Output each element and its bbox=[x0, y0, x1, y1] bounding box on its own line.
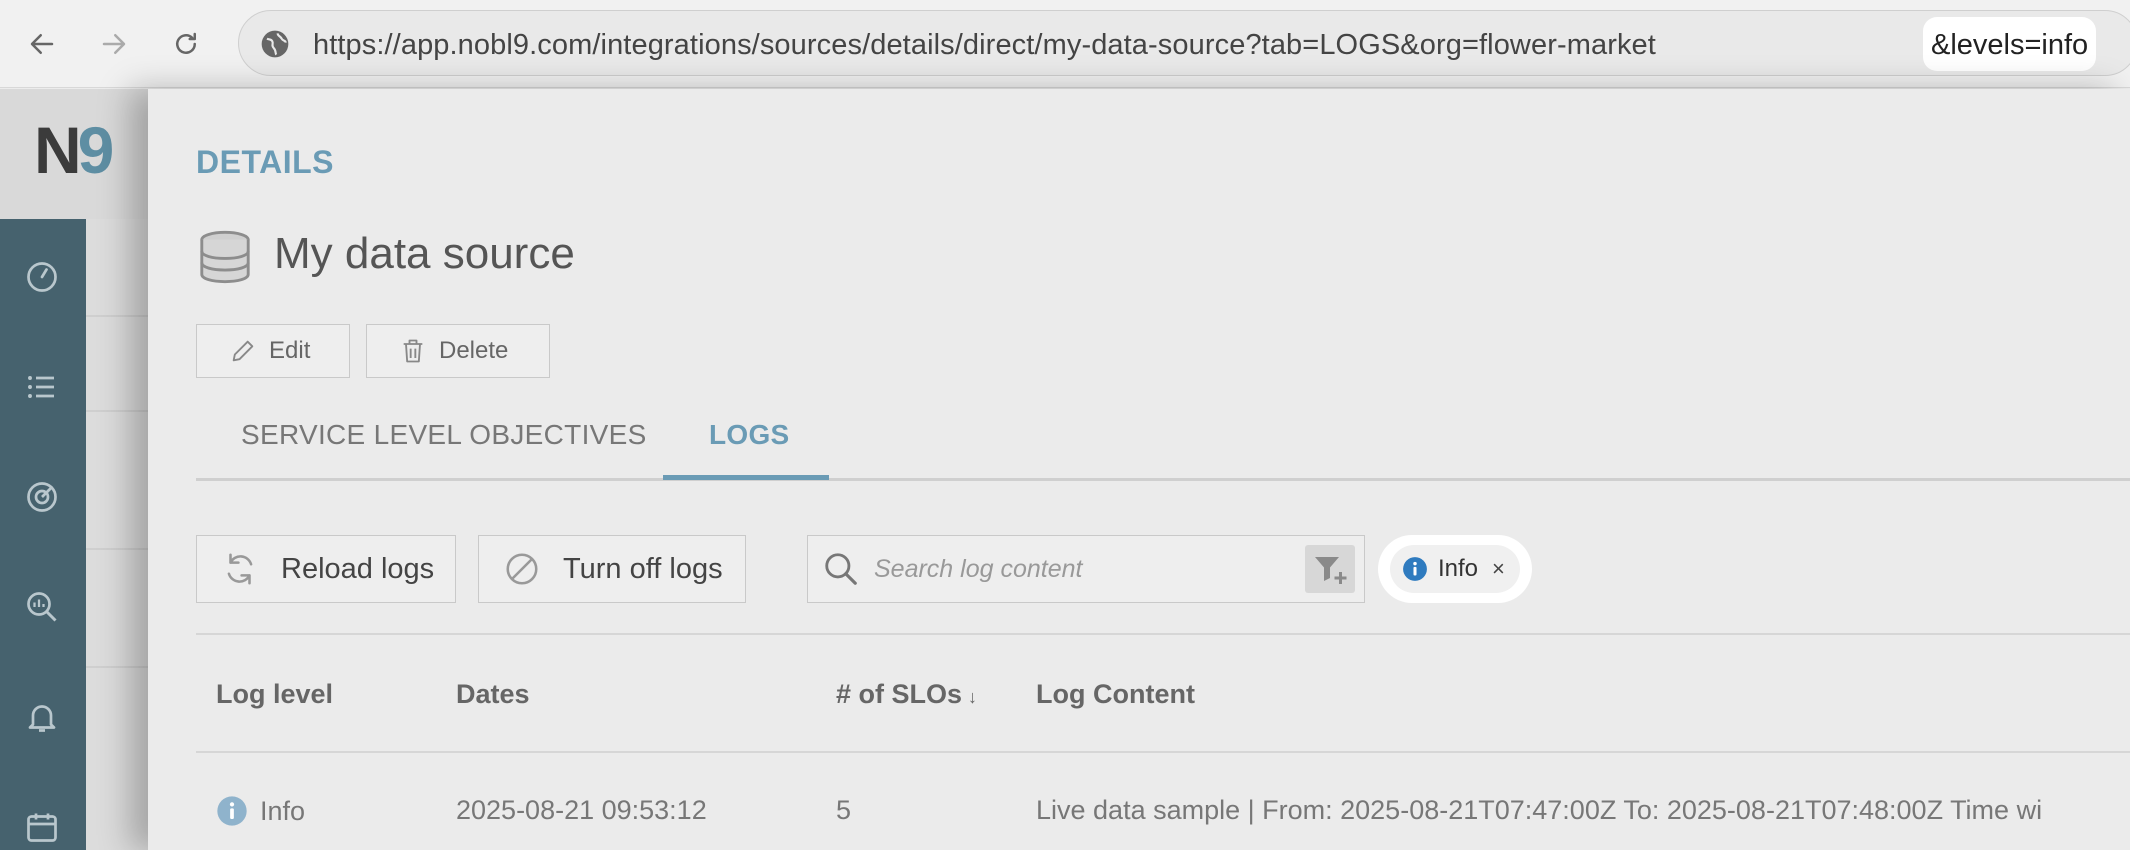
edit-button[interactable]: Edit bbox=[196, 324, 350, 378]
tab-logs[interactable]: LOGS bbox=[709, 419, 790, 451]
tab-bar-divider bbox=[196, 478, 2130, 481]
browser-toolbar: https://app.nobl9.com/integrations/sourc… bbox=[0, 0, 2130, 88]
log-search-box bbox=[807, 535, 1365, 603]
section-label: DETAILS bbox=[196, 144, 335, 180]
turn-off-logs-label: Turn off logs bbox=[563, 552, 723, 585]
pencil-icon bbox=[232, 340, 254, 362]
delete-button[interactable]: Delete bbox=[366, 324, 550, 378]
search-input[interactable] bbox=[874, 550, 1294, 588]
prohibited-icon bbox=[506, 553, 538, 585]
database-icon bbox=[200, 230, 250, 284]
edit-button-label: Edit bbox=[269, 337, 311, 364]
page-title: My data source bbox=[274, 229, 575, 278]
filter-chip-info[interactable]: Info × bbox=[1390, 545, 1520, 593]
turn-off-logs-button[interactable]: Turn off logs bbox=[478, 535, 746, 603]
log-content-cell: Live data sample | From: 2025-08-21T07:4… bbox=[1036, 795, 2043, 825]
forward-arrow-icon[interactable] bbox=[92, 22, 136, 66]
info-icon bbox=[1403, 557, 1427, 581]
background-divider bbox=[86, 548, 150, 550]
background-divider bbox=[86, 666, 150, 668]
app-logo: N9 bbox=[34, 113, 114, 187]
refresh-icon bbox=[227, 553, 253, 585]
search-icon bbox=[825, 553, 857, 585]
trash-icon bbox=[403, 339, 423, 363]
back-arrow-icon[interactable] bbox=[20, 22, 64, 66]
background-divider bbox=[86, 410, 150, 412]
column-header-dates[interactable]: Dates bbox=[456, 679, 530, 710]
background-page bbox=[86, 219, 150, 850]
details-drawer: DETAILS My data source Edit Delete SERVI… bbox=[148, 89, 2130, 850]
address-bar[interactable]: https://app.nobl9.com/integrations/sourc… bbox=[238, 10, 2130, 76]
globe-icon bbox=[261, 30, 289, 58]
url-text: https://app.nobl9.com/integrations/sourc… bbox=[313, 29, 1656, 61]
toolbar-divider bbox=[196, 633, 2130, 635]
background-divider bbox=[86, 315, 150, 317]
column-header-log-content[interactable]: Log Content bbox=[1036, 679, 1195, 710]
sort-down-icon: ↓ bbox=[968, 687, 978, 707]
log-level-label: Info bbox=[260, 795, 306, 826]
analysis-search-icon[interactable] bbox=[20, 585, 64, 629]
filter-plus-icon bbox=[1315, 557, 1347, 584]
list-icon[interactable] bbox=[20, 365, 64, 409]
column-header-slos[interactable]: # of SLOs ↓ bbox=[836, 679, 977, 710]
delete-button-label: Delete bbox=[439, 337, 509, 364]
table-row[interactable]: Info 2025-08-21 09:53:12 5 Live data sam… bbox=[148, 795, 2130, 835]
filter-chip-highlight: Info × bbox=[1378, 535, 1532, 603]
app-sidebar bbox=[0, 219, 86, 850]
column-header-log-level[interactable]: Log level bbox=[216, 679, 333, 710]
calendar-icon[interactable] bbox=[20, 805, 64, 849]
log-date-cell: 2025-08-21 09:53:12 bbox=[456, 795, 707, 825]
bell-icon[interactable] bbox=[20, 695, 64, 739]
tab-service-level-objectives[interactable]: SERVICE LEVEL OBJECTIVES bbox=[241, 419, 647, 451]
close-icon[interactable]: × bbox=[1492, 556, 1505, 582]
info-icon bbox=[217, 796, 247, 826]
url-highlight: &levels=info bbox=[1923, 17, 2097, 71]
filter-chip-label: Info bbox=[1438, 555, 1479, 582]
header-divider bbox=[196, 751, 2130, 753]
reload-logs-label: Reload logs bbox=[281, 552, 435, 585]
log-level-cell: Info bbox=[216, 795, 305, 827]
reload-logs-button[interactable]: Reload logs bbox=[196, 535, 456, 603]
column-header-slos-label: # of SLOs bbox=[836, 679, 963, 709]
dashboard-gauge-icon[interactable] bbox=[20, 255, 64, 299]
active-tab-indicator bbox=[663, 475, 829, 480]
add-filter-button[interactable] bbox=[1305, 545, 1355, 593]
target-icon[interactable] bbox=[20, 475, 64, 519]
reload-icon[interactable] bbox=[164, 22, 208, 66]
log-slos-cell: 5 bbox=[836, 795, 852, 825]
